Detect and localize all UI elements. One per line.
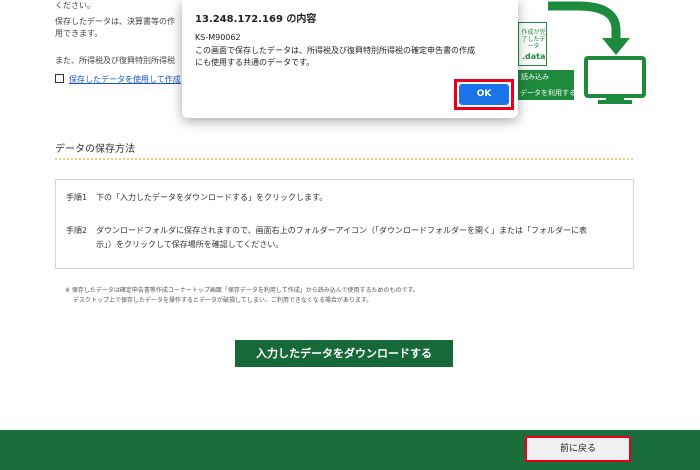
alert-dialog: 13.248.172.169 の内容 KS-M90062 この画面で保存したデー… (182, 0, 518, 118)
ok-button[interactable]: OK (454, 79, 514, 110)
intro-text-line: ください。 (55, 1, 95, 10)
window-icon (55, 74, 64, 83)
note-text: ※ 保存したデータは確定申告書等作成コーナートップ画面「保存データを利用して作成… (65, 287, 419, 294)
intro-text-line: 用できます。 (55, 29, 103, 38)
dialog-message-line: にも使用する共通のデータです。 (195, 58, 315, 67)
step-number: 手順1 (66, 193, 88, 202)
step-number: 手順2 (66, 226, 88, 235)
step-text: ダウンロードフォルダに保存されますので、画面右上のフォルダーアイコン（「ダウンロ… (96, 226, 587, 235)
note-text: デスクトップ上で保存したデータを操作するとデータが破損してしまい、ご利用できなく… (73, 297, 373, 304)
dialog-message-line: この画面で保存したデータは、所得税及び復興特別所得税の確定申告書の作成 (195, 46, 475, 55)
back-button[interactable]: 前に戻る (525, 436, 631, 462)
page: ください。 保存したデータは、決算書等の作 用できます。 また、所得税及び復興特… (0, 0, 700, 470)
ok-button-label: OK (459, 84, 509, 105)
section-title: データの保存方法 (55, 144, 135, 155)
step-text: 示」）をクリックして保存場所を確認してください。 (96, 240, 284, 249)
section-divider (55, 158, 633, 160)
diagram-bar-label: 読み込み (521, 73, 549, 81)
dialog-message-code: KS-M90062 (195, 33, 241, 42)
intro-text-line: また、所得税及び復興特別所得税 (55, 56, 175, 65)
dialog-title: 13.248.172.169 の内容 (195, 14, 317, 25)
data-file-label: 作成が完了したデータ (521, 29, 546, 50)
download-data-button[interactable]: 入力したデータをダウンロードする (235, 340, 453, 367)
data-file-ext: .data (522, 52, 546, 61)
data-flow-diagram: 作成が完了したデータ .data 読み込み データを利用する (518, 0, 700, 108)
diagram-bar-label: データを利用する (520, 89, 576, 97)
saved-data-link-label: 保存したデータを使用して作成 (69, 75, 181, 84)
intro-text-line: 保存したデータは、決算書等の作 (55, 17, 175, 26)
steps-box: 手順1 下の「入力したデータをダウンロードする」をクリックします。 手順2 ダウ… (55, 179, 634, 269)
saved-data-link[interactable]: 保存したデータを使用して作成 (55, 74, 181, 85)
dialog-message: この画面で保存したデータは、所得税及び復興特別所得税の確定申告書の作成 にも使用… (195, 45, 475, 69)
step-text: 下の「入力したデータをダウンロードする」をクリックします。 (96, 193, 328, 202)
